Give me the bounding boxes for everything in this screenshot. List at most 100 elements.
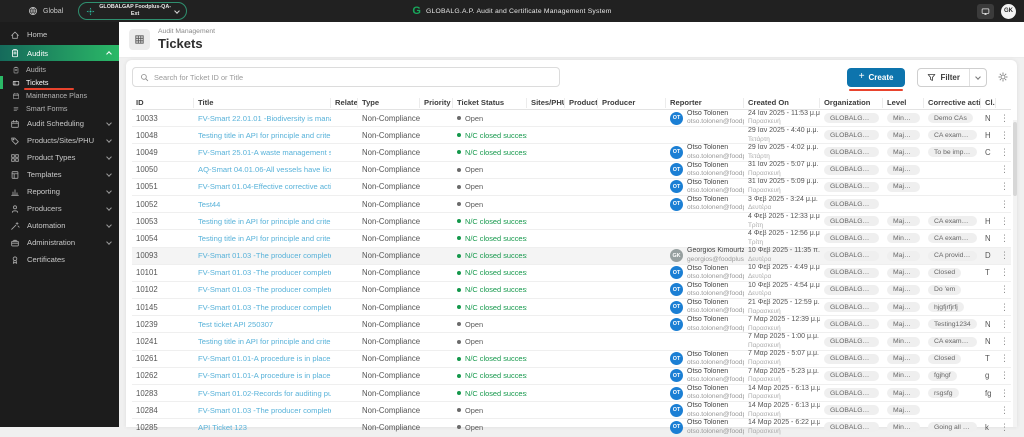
row-menu-button[interactable]: ⋮ <box>1000 233 1009 243</box>
ticket-title-link[interactable]: Testing title in API for principle and c… <box>198 131 331 140</box>
row-menu-button[interactable]: ⋮ <box>1000 164 1009 174</box>
column-header-status[interactable]: Ticket Status <box>453 98 527 108</box>
column-header-id[interactable]: ID <box>132 98 194 108</box>
scrollbar-thumb[interactable] <box>1013 122 1017 196</box>
row-menu-button[interactable]: ⋮ <box>1000 267 1009 277</box>
ticket-title-link[interactable]: Testing title in API for principle and c… <box>198 337 331 346</box>
table-row[interactable]: 10241Testing title in API for principle … <box>132 333 1011 350</box>
search-box[interactable] <box>132 67 560 87</box>
column-header-producer[interactable]: Producer <box>598 98 666 108</box>
row-menu-button[interactable]: ⋮ <box>1000 370 1009 380</box>
column-header-created[interactable]: Created On <box>744 98 820 108</box>
row-menu-button[interactable]: ⋮ <box>1000 388 1009 398</box>
row-menu-button[interactable]: ⋮ <box>1000 353 1009 363</box>
table-row[interactable]: 10284FV-Smart 01.03 -The producer comple… <box>132 402 1011 419</box>
table-row[interactable]: 10145FV-Smart 01.03 -The producer comple… <box>132 299 1011 316</box>
ticket-title-link[interactable]: FV-Smart 01.03 -The producer completes a… <box>198 303 331 312</box>
table-row[interactable]: 10049FV-Smart 25.01-A waste management s… <box>132 144 1011 161</box>
column-header-level[interactable]: Level <box>883 98 924 108</box>
table-row[interactable]: 10093FV-Smart 01.03 -The producer comple… <box>132 248 1011 265</box>
table-row[interactable]: 10052Test44Non-ComplianceOpenOTOtso Tolo… <box>132 196 1011 213</box>
table-row[interactable]: 10261FV-Smart 01.01-A procedure is in pl… <box>132 351 1011 368</box>
row-menu-button[interactable]: ⋮ <box>1000 199 1009 209</box>
column-header-menu[interactable] <box>996 98 1011 108</box>
sidebar-item-audit-scheduling[interactable]: Audit Scheduling <box>0 115 119 132</box>
sidebar-subitem-maintenance-plans[interactable]: Maintenance Plans <box>0 89 119 102</box>
sidebar-item-administration[interactable]: Administration <box>0 234 119 251</box>
row-menu-button[interactable]: ⋮ <box>1000 319 1009 329</box>
row-menu-button[interactable]: ⋮ <box>1000 147 1009 157</box>
ticket-title-link[interactable]: FV-Smart 01.03 -The producer completes a… <box>198 285 331 294</box>
ticket-title-link[interactable]: Testing title in API for principle and c… <box>198 217 331 226</box>
filter-button[interactable]: Filter <box>918 69 969 86</box>
ticket-title-link[interactable]: API Ticket 123 <box>198 423 247 432</box>
display-mode-button[interactable] <box>977 4 994 19</box>
row-menu-button[interactable]: ⋮ <box>1000 250 1009 260</box>
column-header-priority[interactable]: Priority <box>420 98 453 108</box>
sidebar-subitem-audits[interactable]: Audits <box>0 63 119 76</box>
column-header-ci[interactable]: Cl... <box>981 98 996 108</box>
table-row[interactable]: 10051FV-Smart 01.04-Effective corrective… <box>132 179 1011 196</box>
sidebar-item-products-sites-phu[interactable]: Products/Sites/PHU <box>0 132 119 149</box>
create-button[interactable]: + Create <box>847 68 906 87</box>
sidebar-item-templates[interactable]: Templates <box>0 166 119 183</box>
ticket-title-link[interactable]: FV-Smart 01.03 -The producer completes a… <box>198 268 331 277</box>
sidebar-subitem-smart-forms[interactable]: Smart Forms <box>0 102 119 115</box>
table-row[interactable]: 10262FV-Smart 01.01-A procedure is in pl… <box>132 368 1011 385</box>
row-menu-button[interactable]: ⋮ <box>1000 336 1009 346</box>
table-row[interactable]: 10239Test ticket API 250307Non-Complianc… <box>132 316 1011 333</box>
sidebar-item-home[interactable]: Home <box>0 26 119 43</box>
column-header-corrective[interactable]: Corrective actio... <box>924 98 981 108</box>
sidebar-item-audits[interactable]: Audits <box>0 45 119 61</box>
search-input[interactable] <box>154 73 552 82</box>
row-menu-button[interactable]: ⋮ <box>1000 113 1009 123</box>
user-avatar[interactable]: GK <box>1001 4 1016 19</box>
row-menu-button[interactable]: ⋮ <box>1000 405 1009 415</box>
ticket-title-link[interactable]: FV-Smart 25.01-A waste management system… <box>198 148 331 157</box>
ticket-title-link[interactable]: FV-Smart 01.02-Records for auditing purp… <box>198 389 331 398</box>
table-row[interactable]: 10048Testing title in API for principle … <box>132 127 1011 144</box>
sidebar-item-certificates[interactable]: Certificates <box>0 251 119 268</box>
filter-dropdown-button[interactable] <box>969 69 986 86</box>
table-row[interactable]: 10050AQ-Smart 04.01.06-All vessels have … <box>132 162 1011 179</box>
column-header-title[interactable]: Title <box>194 98 331 108</box>
row-menu-button[interactable]: ⋮ <box>1000 216 1009 226</box>
ticket-title-link[interactable]: Test ticket API 250307 <box>198 320 273 329</box>
row-menu-button[interactable]: ⋮ <box>1000 181 1009 191</box>
row-menu-button[interactable]: ⋮ <box>1000 284 1009 294</box>
table-row[interactable]: 10285API Ticket 123Non-ComplianceOpenOTO… <box>132 419 1011 436</box>
ticket-title-link[interactable]: FV-Smart 01.01-A procedure is in place t… <box>198 354 331 363</box>
table-row[interactable]: 10283FV-Smart 01.02-Records for auditing… <box>132 385 1011 402</box>
table-settings-button[interactable] <box>997 71 1009 83</box>
table-row[interactable]: 10101FV-Smart 01.03 -The producer comple… <box>132 265 1011 282</box>
column-header-related[interactable]: Relate... <box>331 98 358 108</box>
row-menu-button[interactable]: ⋮ <box>1000 302 1009 312</box>
org-selector[interactable]: GLOBALGAP Foodplus-QA- Ext <box>78 2 187 20</box>
sidebar-item-reporting[interactable]: Reporting <box>0 183 119 200</box>
ticket-title-link[interactable]: FV-Smart 01.01-A procedure is in place t… <box>198 371 331 380</box>
table-row[interactable]: 10053Testing title in API for principle … <box>132 213 1011 230</box>
sidebar-item-automation[interactable]: Automation <box>0 217 119 234</box>
ticket-title-link[interactable]: FV-Smart 01.03 -The producer completes a… <box>198 406 331 415</box>
column-header-sites[interactable]: Sites/PHU <box>527 98 565 108</box>
module-grid-icon[interactable] <box>129 29 150 50</box>
table-row[interactable]: 10033FV-Smart 22.01.01 -Biodiversity is … <box>132 110 1011 127</box>
column-header-product[interactable]: Product <box>565 98 598 108</box>
ticket-title-link[interactable]: FV-Smart 01.04-Effective corrective acti… <box>198 182 331 191</box>
column-header-reporter[interactable]: Reporter <box>666 98 744 108</box>
ticket-title-link[interactable]: FV-Smart 22.01.01 -Biodiversity is manag… <box>198 114 331 123</box>
column-header-type[interactable]: Type <box>358 98 420 108</box>
row-menu-button[interactable]: ⋮ <box>1000 130 1009 140</box>
table-row[interactable]: 10102FV-Smart 01.03 -The producer comple… <box>132 282 1011 299</box>
table-row[interactable]: 10054Testing title in API for principle … <box>132 230 1011 247</box>
column-header-organization[interactable]: Organization <box>820 98 883 108</box>
sidebar-item-producers[interactable]: Producers <box>0 200 119 217</box>
ticket-title-link[interactable]: Testing title in API for principle and c… <box>198 234 331 243</box>
vertical-scrollbar[interactable] <box>1013 120 1017 427</box>
cell-status: N/C closed successfu <box>453 303 527 312</box>
sidebar-subitem-tickets[interactable]: Tickets <box>0 76 119 89</box>
sidebar-item-product-types[interactable]: Product Types <box>0 149 119 166</box>
ticket-title-link[interactable]: AQ-Smart 04.01.06-All vessels have licen… <box>198 165 331 174</box>
ticket-title-link[interactable]: FV-Smart 01.03 -The producer completes a… <box>198 251 331 260</box>
ticket-title-link[interactable]: Test44 <box>198 200 220 209</box>
